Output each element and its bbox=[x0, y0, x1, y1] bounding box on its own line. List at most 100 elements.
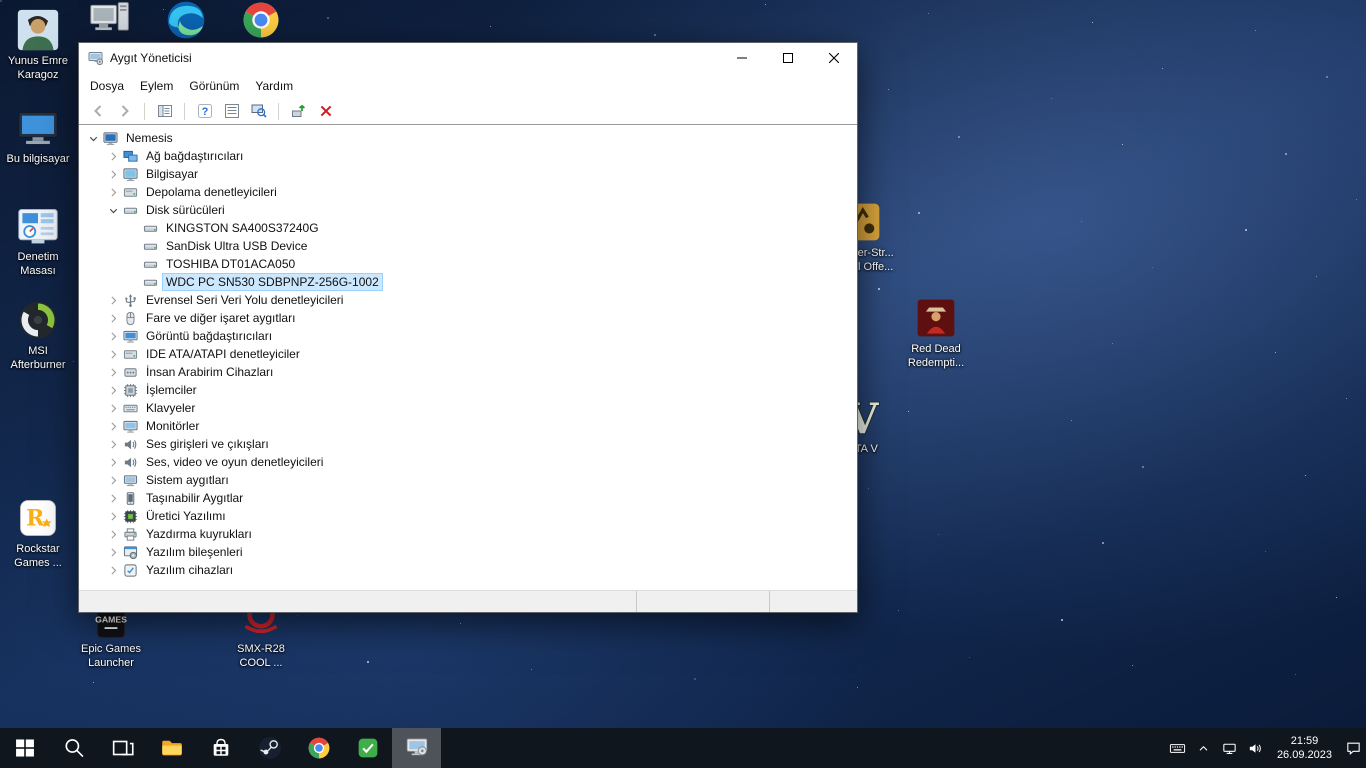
desktop-icon-chrome[interactable] bbox=[223, 0, 299, 42]
taskbar-chrome-button[interactable] bbox=[294, 728, 343, 768]
tree-item-software-devices[interactable]: Yazılım cihazları bbox=[79, 561, 857, 579]
properties-button[interactable] bbox=[218, 100, 245, 123]
chevron-down-icon[interactable] bbox=[85, 130, 102, 146]
tree-item-monitors[interactable]: Monitörler bbox=[79, 417, 857, 435]
help-button[interactable]: ? bbox=[191, 100, 218, 123]
taskbar-clock[interactable]: 21:59 26.09.2023 bbox=[1269, 734, 1340, 763]
chevron-right-icon[interactable] bbox=[105, 526, 122, 542]
desktop-icon-cpanel[interactable]: Denetim Masası bbox=[0, 204, 76, 279]
tree-item-network-adapters[interactable]: Ağ bağdaştırıcıları bbox=[79, 147, 857, 165]
network-icon bbox=[122, 148, 139, 164]
chevron-right-icon[interactable] bbox=[105, 400, 122, 416]
chevron-right-icon[interactable] bbox=[105, 364, 122, 380]
tree-item-storage-controllers[interactable]: Depolama denetleyicileri bbox=[79, 183, 857, 201]
chevron-right-icon[interactable] bbox=[105, 166, 122, 182]
tree-item-label: İnsan Arabirim Cihazları bbox=[146, 365, 274, 379]
tree-item-print-queues[interactable]: Yazdırma kuyrukları bbox=[79, 525, 857, 543]
minimize-button[interactable] bbox=[719, 43, 765, 73]
desktop-icon-msi[interactable]: MSI Afterburner bbox=[0, 298, 76, 373]
menu-yardim[interactable]: Yardım bbox=[247, 75, 301, 97]
taskbar-start-button[interactable] bbox=[0, 728, 49, 768]
uninstall-button[interactable] bbox=[312, 100, 339, 123]
taskbar-task-view-button[interactable] bbox=[98, 728, 147, 768]
cpu-icon bbox=[122, 382, 139, 398]
taskbar-green-app-button[interactable] bbox=[343, 728, 392, 768]
taskbar-steam-button[interactable] bbox=[245, 728, 294, 768]
console-tree-button[interactable] bbox=[151, 100, 178, 123]
chevron-right-icon[interactable] bbox=[105, 310, 122, 326]
menu-eylem[interactable]: Eylem bbox=[132, 75, 181, 97]
title-bar[interactable]: Aygıt Yöneticisi bbox=[79, 43, 857, 73]
taskbar-search-button[interactable] bbox=[49, 728, 98, 768]
taskbar-device-manager-button[interactable] bbox=[392, 728, 441, 768]
chevron-right-icon[interactable] bbox=[105, 436, 122, 452]
tree-item-portable-devices[interactable]: Taşınabilir Aygıtlar bbox=[79, 489, 857, 507]
taskbar-file-explorer-button[interactable] bbox=[147, 728, 196, 768]
tree-item-nemesis[interactable]: Nemesis bbox=[79, 129, 857, 147]
desktop-icon-label: MSI Afterburner bbox=[10, 345, 66, 371]
chevron-right-icon[interactable] bbox=[105, 382, 122, 398]
desktop-icon-reddead[interactable]: Red Dead Redempti... bbox=[898, 296, 974, 371]
desktop-icon-thispc[interactable]: Bu bilgisayar bbox=[0, 106, 76, 167]
clock-time: 21:59 bbox=[1290, 734, 1319, 747]
forward-button[interactable] bbox=[111, 100, 138, 123]
chevron-right-icon[interactable] bbox=[105, 544, 122, 560]
tree-item-disk-wdc[interactable]: WDC PC SN530 SDBPNPZ-256G-1002 bbox=[79, 273, 857, 291]
chevron-right-icon[interactable] bbox=[105, 508, 122, 524]
tray-volume-icon[interactable] bbox=[1243, 728, 1269, 768]
chevron-right-icon[interactable] bbox=[105, 328, 122, 344]
tree-item-sound-video-game-controllers[interactable]: Ses, video ve oyun denetleyicileri bbox=[79, 453, 857, 471]
tray-end bbox=[1340, 728, 1366, 768]
desktop-icon-user[interactable]: Yunus Emre Karagoz bbox=[0, 8, 76, 83]
disk-icon bbox=[142, 238, 159, 254]
tree-item-label: Yazılım cihazları bbox=[146, 563, 234, 577]
tray-notifications-icon[interactable] bbox=[1340, 728, 1366, 768]
tree-item-audio-inputs-outputs[interactable]: Ses girişleri ve çıkışları bbox=[79, 435, 857, 453]
tree-item-disk-kingston[interactable]: KINGSTON SA400S37240G bbox=[79, 219, 857, 237]
tree-item-label: Ağ bağdaştırıcıları bbox=[146, 149, 244, 163]
tray-ethernet-icon[interactable] bbox=[1217, 728, 1243, 768]
scan-button[interactable] bbox=[245, 100, 272, 123]
tree-item-processors[interactable]: İşlemciler bbox=[79, 381, 857, 399]
chevron-right-icon[interactable] bbox=[105, 418, 122, 434]
update-driver-button[interactable] bbox=[285, 100, 312, 123]
tree-item-ide-controllers[interactable]: IDE ATA/ATAPI denetleyiciler bbox=[79, 345, 857, 363]
tree-item-firmware[interactable]: Üretici Yazılımı bbox=[79, 507, 857, 525]
tree-item-disk-toshiba[interactable]: TOSHIBA DT01ACA050 bbox=[79, 255, 857, 273]
tree-item-keyboards[interactable]: Klavyeler bbox=[79, 399, 857, 417]
chevron-right-icon[interactable] bbox=[105, 346, 122, 362]
tree-item-hid-devices[interactable]: İnsan Arabirim Cihazları bbox=[79, 363, 857, 381]
tree-item-system-devices[interactable]: Sistem aygıtları bbox=[79, 471, 857, 489]
toolbar-separator bbox=[278, 102, 279, 120]
desktop-icon-edge[interactable] bbox=[148, 0, 224, 42]
toolbar-separator bbox=[184, 102, 185, 120]
chevron-right-icon[interactable] bbox=[105, 490, 122, 506]
tree-item-display-adapters[interactable]: Görüntü bağdaştırıcıları bbox=[79, 327, 857, 345]
tree-item-label: Taşınabilir Aygıtlar bbox=[146, 491, 244, 505]
tray-keyboard-icon[interactable] bbox=[1165, 728, 1191, 768]
chevron-right-icon[interactable] bbox=[105, 292, 122, 308]
chevron-right-icon[interactable] bbox=[105, 472, 122, 488]
chevron-down-icon[interactable] bbox=[105, 202, 122, 218]
tray-chevron-up-icon[interactable] bbox=[1191, 728, 1217, 768]
tree-item-disk-drives[interactable]: Disk sürücüleri bbox=[79, 201, 857, 219]
desktop-icon-rockstar[interactable]: R Rockstar Games ... bbox=[0, 496, 76, 571]
back-button[interactable] bbox=[84, 100, 111, 123]
maximize-button[interactable] bbox=[765, 43, 811, 73]
tree-item-computer[interactable]: Bilgisayar bbox=[79, 165, 857, 183]
tree-item-usb-controllers[interactable]: Evrensel Seri Veri Yolu denetleyicileri bbox=[79, 291, 857, 309]
chevron-right-icon[interactable] bbox=[105, 184, 122, 200]
menu-dosya[interactable]: Dosya bbox=[82, 75, 132, 97]
menu-gorunum[interactable]: Görünüm bbox=[181, 75, 247, 97]
tree-item-mice[interactable]: Fare ve diğer işaret aygıtları bbox=[79, 309, 857, 327]
close-button[interactable] bbox=[811, 43, 857, 73]
tree-item-software-components[interactable]: Yazılım bileşenleri bbox=[79, 543, 857, 561]
chevron-right-icon[interactable] bbox=[105, 562, 122, 578]
monitor-icon bbox=[122, 418, 139, 434]
taskbar-store-button[interactable] bbox=[196, 728, 245, 768]
tree-item-disk-sandisk[interactable]: SanDisk Ultra USB Device bbox=[79, 237, 857, 255]
tree-item-label: Evrensel Seri Veri Yolu denetleyicileri bbox=[146, 293, 344, 307]
chevron-right-icon[interactable] bbox=[105, 454, 122, 470]
chevron-right-icon[interactable] bbox=[105, 148, 122, 164]
desktop-icon-pcgray[interactable] bbox=[72, 0, 148, 42]
